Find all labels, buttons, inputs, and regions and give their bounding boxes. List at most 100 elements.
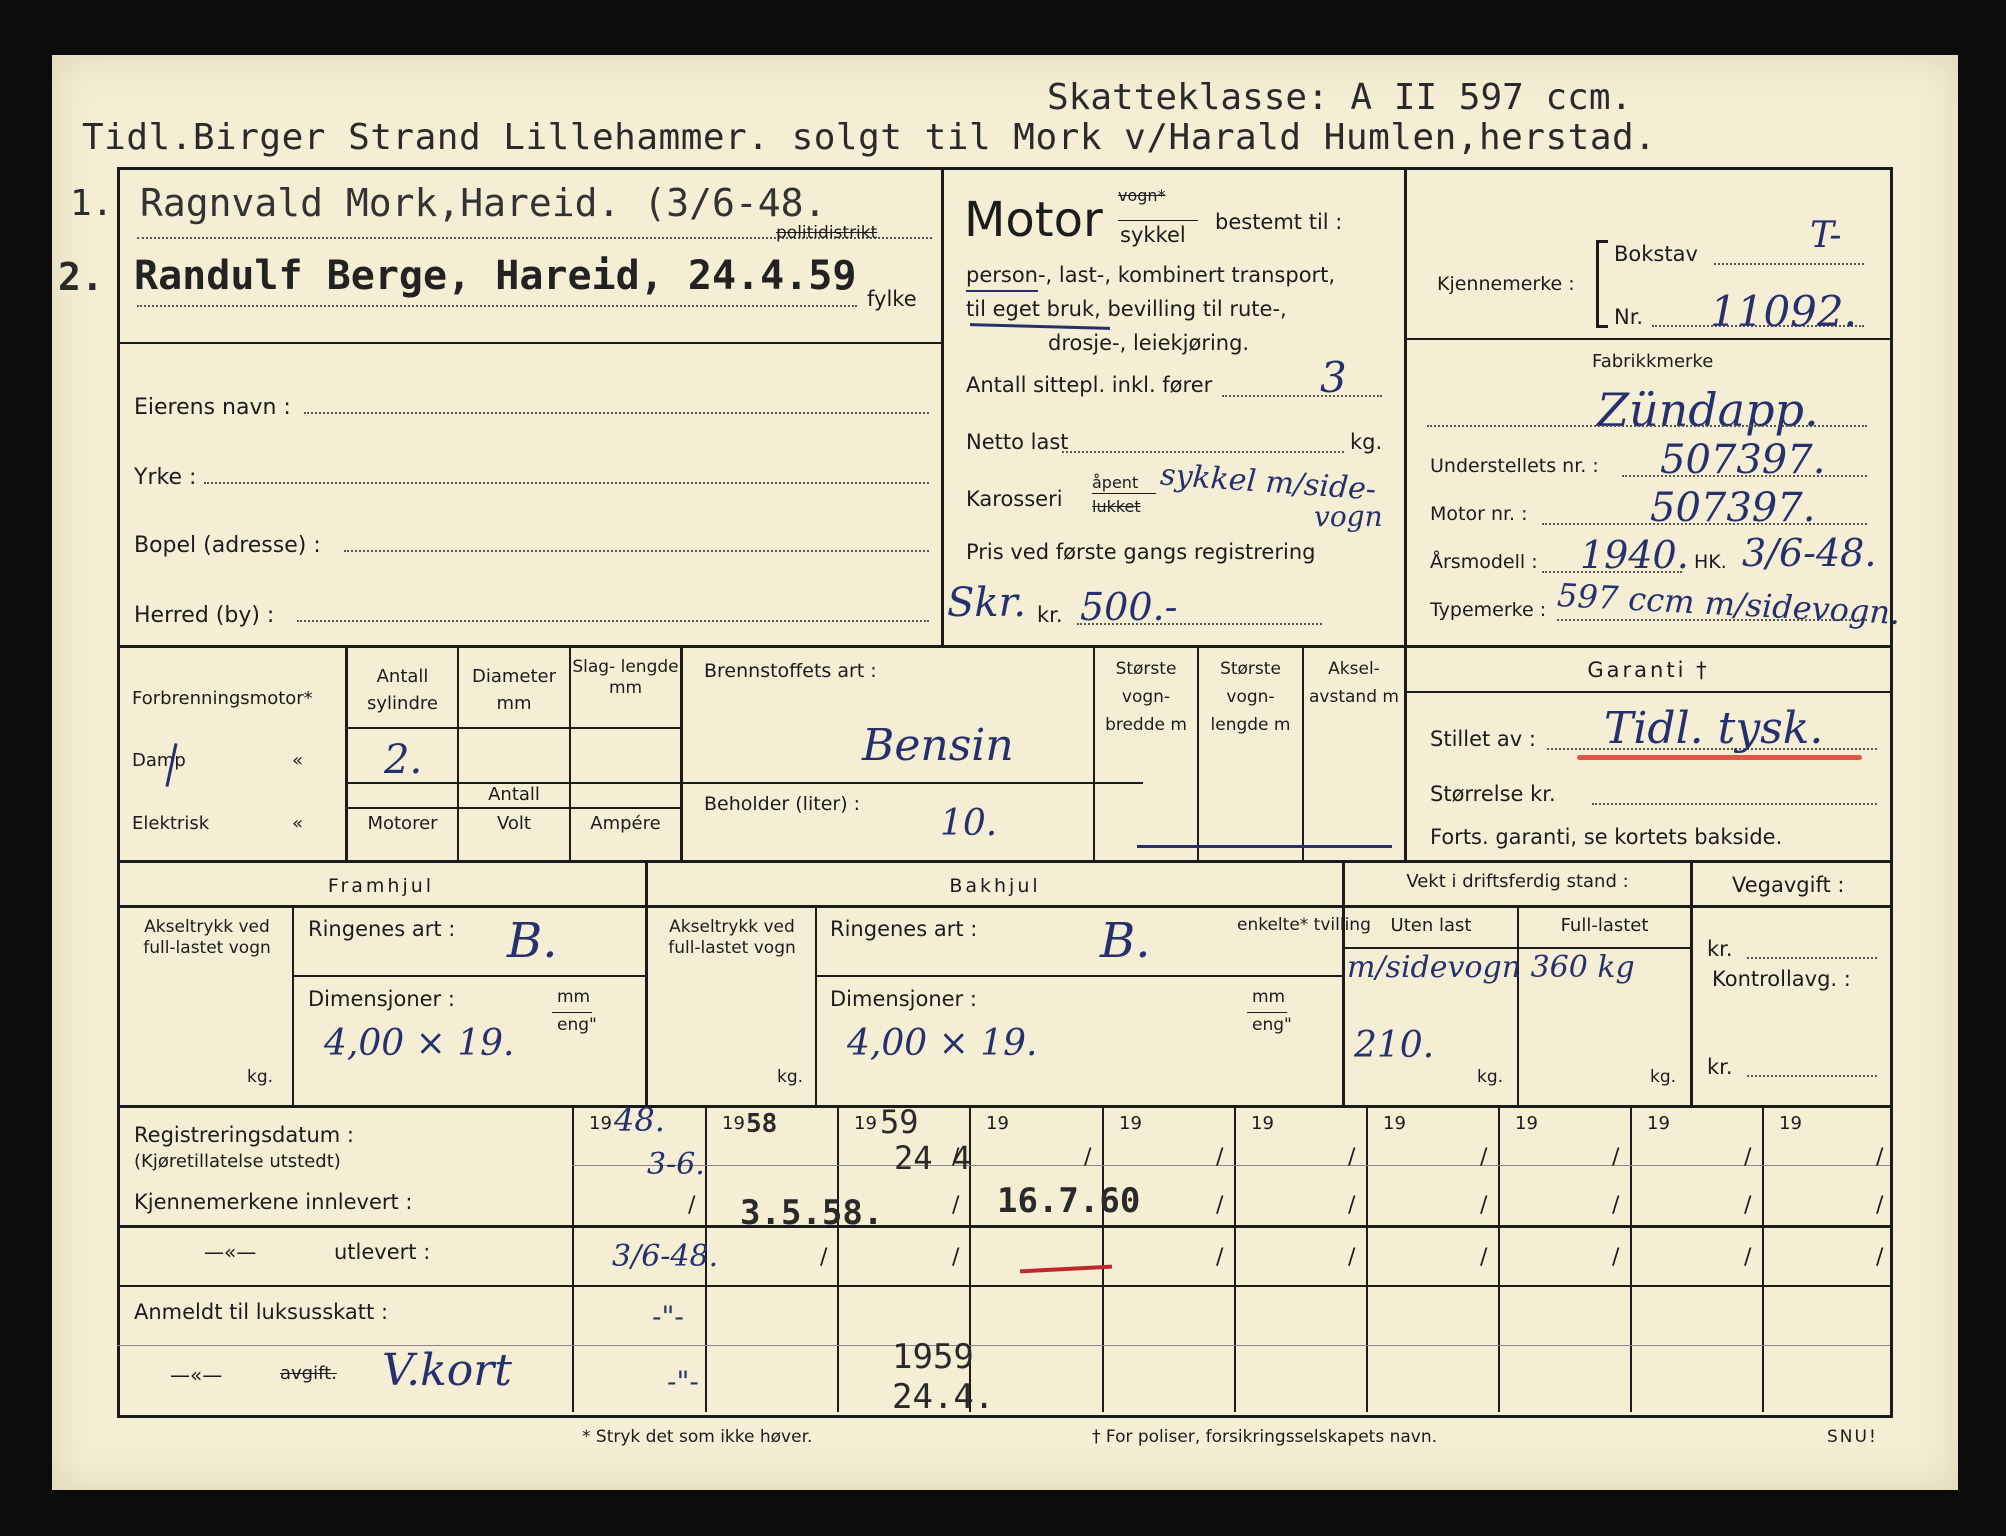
guarantee-title: Garanti † bbox=[1587, 658, 1710, 682]
tank-label: Beholder (liter) : bbox=[704, 793, 861, 815]
reg-date-label: Registreringsdatum : bbox=[134, 1123, 354, 1147]
year-col-5: 19 bbox=[1119, 1113, 1142, 1134]
footnote-insurance: † For poliser, forsikringsselskapets nav… bbox=[1092, 1427, 1438, 1447]
occupation-field bbox=[204, 482, 929, 484]
owner-name-field bbox=[304, 412, 929, 414]
tax-class-line: Skatteklasse: A II 597 ccm. bbox=[1047, 77, 1633, 118]
slash: / bbox=[688, 1193, 696, 1218]
weight-value: m/sidevogn 360 kg bbox=[1347, 950, 1635, 985]
diameter-header: Diameter mm bbox=[471, 666, 557, 714]
combustion-label: Forbrenningsmotor* bbox=[132, 688, 313, 709]
front-ring-value: B. bbox=[507, 913, 558, 969]
slash: / bbox=[1744, 1193, 1752, 1218]
sykkel-label: sykkel bbox=[1120, 223, 1186, 247]
owner-row-1-number: 1. bbox=[70, 183, 114, 224]
col1-reg-date: 3-6. bbox=[647, 1147, 705, 1182]
cylinders-value: 2. bbox=[384, 737, 423, 783]
luxury-fee-label: avgift. bbox=[280, 1363, 337, 1384]
chassis-value: 507397. bbox=[1660, 437, 1826, 483]
slash: / bbox=[1612, 1193, 1620, 1218]
price-currency: kr. bbox=[1037, 603, 1063, 627]
col3-luxury-year: 1959 bbox=[892, 1337, 974, 1377]
volt-header: Volt bbox=[497, 813, 531, 834]
front-wheel-title: Framhjul bbox=[327, 875, 435, 897]
year-col-6: 19 bbox=[1251, 1113, 1274, 1134]
occupation-label: Yrke : bbox=[134, 465, 197, 490]
district-field bbox=[297, 620, 929, 622]
loaded-header: Full-lastet bbox=[1560, 915, 1649, 936]
col2-plates-in: 3.5.58. bbox=[740, 1193, 884, 1233]
hk-value: 3/6-48. bbox=[1742, 531, 1877, 575]
year-col-8: 19 bbox=[1515, 1113, 1538, 1134]
max-length-header: Største vogn- lengde m bbox=[1210, 659, 1291, 735]
bestemt-label: bestemt til : bbox=[1215, 210, 1343, 234]
model-year-value: 1940. bbox=[1580, 533, 1689, 577]
reg-date-sub: (Kjøretillatelse utstedt) bbox=[134, 1151, 341, 1172]
slash: / bbox=[952, 1145, 960, 1170]
slash: / bbox=[1612, 1245, 1620, 1270]
purpose-line-1: person-, last-, kombinert transport, bbox=[966, 263, 1336, 287]
body-label: Karosseri bbox=[966, 487, 1063, 511]
year-col-3: 19 bbox=[854, 1113, 877, 1134]
slash: / bbox=[1216, 1193, 1224, 1218]
road-tax-label: Vegavgift : bbox=[1732, 873, 1845, 897]
electric-ditto: « bbox=[292, 813, 304, 834]
col3-luxury-date: 24.4. bbox=[892, 1377, 995, 1417]
body-closed: lukket bbox=[1092, 497, 1141, 516]
luxury-label: Anmeldt til luksusskatt : bbox=[134, 1300, 389, 1324]
rear-dim-label: Dimensjoner : bbox=[830, 987, 977, 1011]
footnote-strike: * Stryk det som ikke høver. bbox=[582, 1427, 813, 1447]
body-value-2: vogn bbox=[1314, 500, 1383, 533]
slash: / bbox=[820, 1245, 828, 1270]
loaded-kg: kg. bbox=[1650, 1067, 1677, 1087]
motors-header: Motorer bbox=[367, 813, 438, 834]
make-label: Fabrikkmerke bbox=[1592, 351, 1714, 372]
fylke-label: fylke bbox=[867, 287, 917, 311]
slash: / bbox=[1084, 1145, 1092, 1170]
net-load-label: Netto last bbox=[966, 430, 1069, 454]
plates-in-label: Kjennemerkene innlevert : bbox=[134, 1190, 413, 1214]
fuel-label: Brennstoffets art : bbox=[704, 660, 877, 682]
seats-label: Antall sittepl. inkl. fører bbox=[966, 373, 1213, 397]
issued-by-value: Tidl. tysk. bbox=[1604, 703, 1824, 754]
rear-axle-load: Akseltrykk ved full-lastet vogn bbox=[668, 917, 796, 958]
vogn-struck: vogn* bbox=[1118, 186, 1166, 205]
slash: / bbox=[1876, 1145, 1884, 1170]
seats-value: 3 bbox=[1320, 353, 1347, 402]
motor-title: Motor bbox=[964, 192, 1103, 248]
steam-ditto: « bbox=[292, 750, 304, 771]
control-fee-kr: kr. bbox=[1707, 1055, 1733, 1079]
body-open: åpent bbox=[1092, 473, 1139, 492]
road-tax-kr: kr. bbox=[1707, 937, 1733, 961]
fuel-value: Bensin bbox=[862, 720, 1014, 771]
front-axle-kg: kg. bbox=[247, 1067, 274, 1087]
front-ring-label: Ringenes art : bbox=[308, 917, 456, 941]
cylinders-header: Antall sylindre bbox=[367, 666, 438, 714]
type-label: Typemerke : bbox=[1430, 599, 1547, 621]
slash: / bbox=[1744, 1245, 1752, 1270]
engine-label: Motor nr. : bbox=[1430, 503, 1528, 525]
letter-label: Bokstav bbox=[1614, 242, 1698, 266]
purpose-line-2: til eget bruk, bevilling til rute-, bbox=[966, 297, 1287, 321]
col1-luxury-2: -"- bbox=[667, 1365, 699, 1398]
luxury-ditto: —«— bbox=[170, 1363, 223, 1387]
weight-title: Vekt i driftsferdig stand : bbox=[1406, 871, 1629, 892]
steam-label: Damp bbox=[132, 750, 186, 771]
rear-dim-value: 4,00 × 19. bbox=[847, 1023, 1038, 1064]
turn-over-note: SNU! bbox=[1827, 1427, 1878, 1447]
make-value: Zündapp. bbox=[1597, 383, 1819, 437]
col1-plates-out: 3/6-48. bbox=[612, 1239, 719, 1274]
slash: / bbox=[952, 1245, 960, 1270]
year-col-7: 19 bbox=[1383, 1113, 1406, 1134]
address-label: Bopel (adresse) : bbox=[134, 533, 321, 558]
unloaded-kg: kg. bbox=[1477, 1067, 1504, 1087]
col3-year: 59 bbox=[880, 1103, 919, 1141]
stroke-header: Slag- lengde mm bbox=[572, 657, 679, 698]
address-field bbox=[344, 550, 929, 552]
rear-mm: mm bbox=[1252, 987, 1286, 1007]
slash: / bbox=[952, 1193, 960, 1218]
plate-label: Kjennemerke : bbox=[1437, 273, 1575, 295]
slash: / bbox=[1216, 1245, 1224, 1270]
rear-eng: eng" bbox=[1252, 1015, 1292, 1035]
slash: / bbox=[1876, 1193, 1884, 1218]
